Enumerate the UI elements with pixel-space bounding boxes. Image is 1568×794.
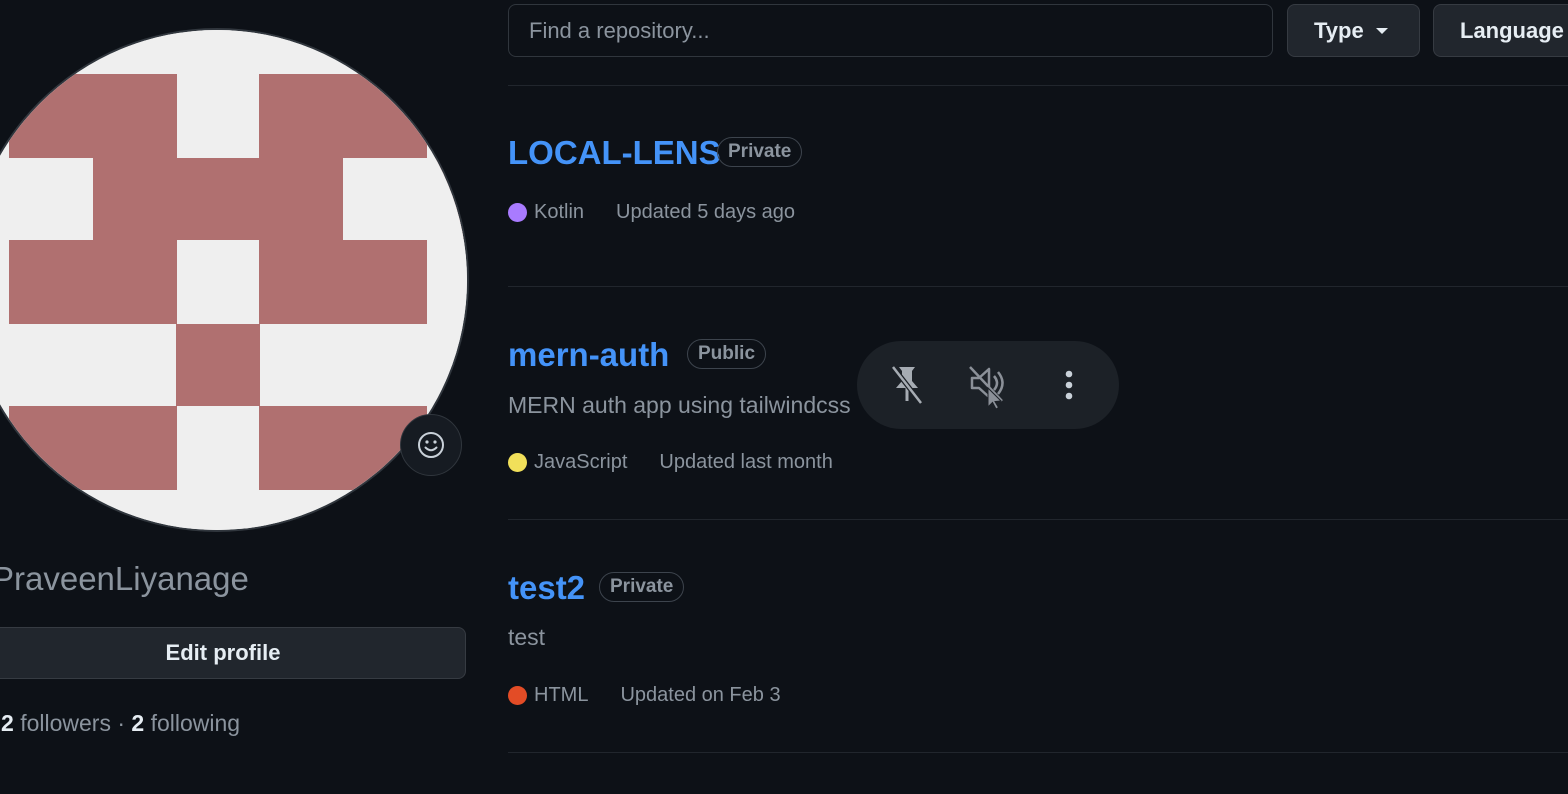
followers-label: followers bbox=[20, 710, 111, 736]
profile-repositories-page: PraveenLiyanage Edit profile 2 followers… bbox=[0, 0, 1568, 794]
media-controls-overlay bbox=[857, 341, 1119, 429]
smiley-icon bbox=[418, 432, 444, 458]
identicon-image bbox=[0, 30, 467, 530]
profile-username: PraveenLiyanage bbox=[0, 560, 249, 597]
followers-link[interactable]: 2 followers bbox=[1, 710, 111, 736]
type-filter-label: Type bbox=[1314, 17, 1364, 43]
edit-profile-button[interactable]: Edit profile bbox=[0, 627, 466, 679]
repo-language: HTML bbox=[534, 684, 589, 706]
mute-button[interactable] bbox=[964, 361, 1012, 409]
followers-count: 2 bbox=[1, 710, 14, 736]
repo-language: Kotlin bbox=[534, 201, 585, 223]
repo-meta: Kotlin Updated 5 days ago bbox=[508, 201, 795, 224]
language-filter-label: Language bbox=[1460, 17, 1564, 43]
language-color-dot bbox=[508, 453, 527, 472]
following-link[interactable]: 2 following bbox=[131, 710, 240, 736]
caret-down-icon bbox=[1375, 27, 1388, 34]
divider bbox=[508, 286, 1568, 287]
following-label: following bbox=[150, 710, 241, 736]
follow-stats: 2 followers · 2 following bbox=[1, 710, 240, 737]
avatar[interactable] bbox=[0, 30, 467, 530]
language-color-dot bbox=[508, 686, 527, 705]
repo-name-link[interactable]: mern-auth bbox=[508, 336, 669, 374]
repo-meta: JavaScript Updated last month bbox=[508, 451, 833, 474]
unpin-button[interactable] bbox=[883, 361, 931, 409]
repo-name-link[interactable]: LOCAL-LENS bbox=[508, 134, 721, 172]
set-status-button[interactable] bbox=[400, 414, 462, 476]
repo-updated: Updated last month bbox=[659, 451, 833, 473]
find-repository-input[interactable] bbox=[508, 4, 1273, 57]
visibility-badge: Private bbox=[717, 137, 803, 167]
divider bbox=[508, 85, 1568, 86]
repo-description: MERN auth app using tailwindcss bbox=[508, 392, 851, 418]
divider bbox=[508, 752, 1568, 753]
repo-updated: Updated 5 days ago bbox=[616, 201, 796, 223]
unpin-icon bbox=[891, 365, 924, 405]
visibility-badge: Private bbox=[599, 572, 685, 602]
following-count: 2 bbox=[131, 710, 145, 736]
repo-language: JavaScript bbox=[534, 451, 628, 473]
language-filter-button[interactable]: Language bbox=[1433, 4, 1568, 57]
type-filter-button[interactable]: Type bbox=[1287, 4, 1420, 57]
divider bbox=[508, 519, 1568, 520]
language-color-dot bbox=[508, 203, 527, 222]
visibility-badge: Public bbox=[687, 339, 767, 369]
repo-name-link[interactable]: test2 bbox=[508, 569, 585, 607]
more-options-button[interactable] bbox=[1045, 361, 1093, 409]
repo-description: test bbox=[508, 624, 546, 650]
follow-separator: · bbox=[117, 710, 126, 736]
more-vertical-icon bbox=[1065, 370, 1072, 400]
repo-meta: HTML Updated on Feb 3 bbox=[508, 684, 781, 707]
repo-updated: Updated on Feb 3 bbox=[620, 684, 781, 706]
mute-icon bbox=[969, 366, 1004, 409]
